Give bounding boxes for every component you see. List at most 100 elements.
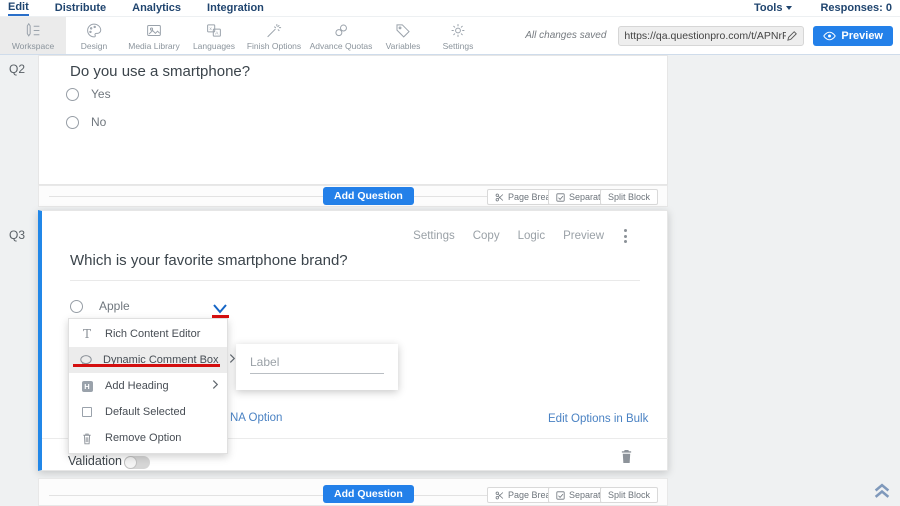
nav-tab-integration[interactable]: Integration: [207, 2, 264, 15]
question-logic-link[interactable]: Logic: [518, 230, 546, 242]
menu-item-default-selected[interactable]: Default Selected: [69, 399, 227, 425]
tag-icon: [394, 22, 412, 39]
na-option-link[interactable]: NA Option: [230, 412, 282, 424]
option-context-menu: T Rich Content Editor Dynamic Comment Bo…: [68, 318, 228, 454]
heading-square-icon: H: [79, 381, 95, 392]
preview-button-label: Preview: [841, 30, 883, 42]
trash-icon: [79, 432, 95, 445]
validation-label: Validation: [68, 454, 122, 468]
menu-item-label: Remove Option: [105, 432, 181, 444]
menu-item-label: Add Heading: [105, 380, 169, 392]
edit-options-in-bulk-link[interactable]: Edit Options in Bulk: [548, 413, 648, 425]
split-block-button[interactable]: Split Block: [600, 487, 658, 503]
menu-item-label: Rich Content Editor: [105, 328, 200, 340]
answer-option-yes[interactable]: Yes: [66, 87, 111, 101]
question-settings-link[interactable]: Settings: [413, 230, 455, 242]
radio-button-icon[interactable]: [66, 116, 79, 129]
nav-tab-distribute[interactable]: Distribute: [55, 2, 106, 15]
menu-item-add-heading[interactable]: H Add Heading: [69, 373, 227, 399]
chain-links-icon: [332, 22, 350, 39]
toolbar-right-group: All changes saved Preview: [525, 17, 900, 54]
preview-button[interactable]: Preview: [813, 26, 893, 46]
responses-count[interactable]: Responses: 0: [820, 2, 892, 14]
autosave-status: All changes saved: [525, 30, 606, 41]
nav-tab-analytics[interactable]: Analytics: [132, 2, 181, 15]
toolbar-tab-label: Design: [81, 41, 107, 51]
survey-url-input[interactable]: [624, 30, 786, 42]
checked-box-icon: [556, 491, 565, 500]
toolbar-tab-variables[interactable]: Variables: [376, 17, 430, 54]
validation-toggle[interactable]: [124, 456, 150, 469]
answer-option-label: Yes: [91, 87, 111, 101]
pencil-icon[interactable]: [786, 30, 798, 42]
caret-down-icon: [786, 6, 792, 10]
image-icon: [145, 22, 163, 39]
split-block-label: Split Block: [608, 490, 650, 500]
chevron-right-icon: [212, 377, 219, 395]
toolbar-tab-design[interactable]: Design: [66, 17, 122, 54]
magic-wand-icon: [265, 22, 283, 39]
menu-item-label: Default Selected: [105, 406, 186, 418]
survey-url-box: [618, 26, 804, 46]
toolbar-tab-languages[interactable]: xA Languages: [186, 17, 242, 54]
split-block-label: Split Block: [608, 192, 650, 202]
toolbar-tab-media-library[interactable]: Media Library: [122, 17, 186, 54]
add-question-button[interactable]: Add Question: [323, 187, 414, 205]
toolbar-tab-label: Variables: [386, 41, 421, 51]
workspace-pen-list-icon: [24, 22, 42, 39]
eye-icon: [823, 31, 836, 41]
question-title[interactable]: Which is your favorite smartphone brand?: [70, 252, 348, 269]
label-input[interactable]: [250, 353, 384, 374]
question-number-q2: Q2: [9, 62, 25, 76]
kebab-menu-icon[interactable]: [624, 229, 627, 243]
survey-editor-page: Edit Distribute Analytics Integration To…: [0, 0, 900, 506]
checked-box-icon: [556, 193, 565, 202]
answer-option-label: No: [91, 115, 106, 129]
delete-question-trash-icon[interactable]: [620, 449, 633, 469]
comment-box-label-panel: [236, 344, 398, 390]
menu-item-dynamic-comment-box[interactable]: Dynamic Comment Box: [69, 347, 227, 373]
question-header-links: Settings Copy Logic Preview: [413, 229, 627, 243]
scissors-icon: [495, 491, 504, 500]
empty-checkbox-icon: [79, 407, 95, 417]
toolbar-tab-label: Settings: [443, 41, 474, 51]
tools-menu[interactable]: Tools: [754, 2, 793, 14]
annotation-underline-chevron: [212, 315, 229, 318]
editor-toolbar: Workspace Design Media Library xA Langua…: [0, 17, 900, 55]
nav-tab-edit[interactable]: Edit: [8, 1, 29, 16]
svg-text:A: A: [215, 30, 219, 36]
block-actions-strip-bottom: Add Question Page Break Separator Split …: [38, 478, 668, 506]
menu-item-rich-content-editor[interactable]: T Rich Content Editor: [69, 321, 227, 347]
toolbar-tab-finish-options[interactable]: Finish Options: [242, 17, 306, 54]
translate-icon: xA: [205, 22, 223, 39]
toolbar-tab-settings[interactable]: Settings: [430, 17, 486, 54]
answer-option-label: Apple: [99, 299, 130, 313]
annotation-underline-dynamic-comment-box: [73, 364, 220, 367]
palette-icon: [85, 22, 103, 39]
toolbar-tab-label: Languages: [193, 41, 235, 51]
scroll-to-top-icon[interactable]: [872, 482, 892, 504]
toolbar-tab-label: Advance Quotas: [310, 41, 373, 51]
question-number-q3: Q3: [9, 228, 25, 242]
question-card-q2[interactable]: Do you use a smartphone? Yes No: [38, 55, 668, 185]
block-actions-strip: Add Question Page Break Separator Split …: [38, 185, 668, 207]
add-question-button[interactable]: Add Question: [323, 485, 414, 503]
chevron-right-icon: [229, 351, 236, 369]
letter-T-icon: T: [79, 327, 95, 341]
top-nav: Edit Distribute Analytics Integration To…: [0, 0, 900, 17]
answer-option-no[interactable]: No: [66, 115, 106, 129]
question-copy-link[interactable]: Copy: [473, 230, 500, 242]
radio-button-icon[interactable]: [66, 88, 79, 101]
split-block-button[interactable]: Split Block: [600, 189, 658, 205]
tools-label: Tools: [754, 2, 783, 14]
question-preview-link[interactable]: Preview: [563, 230, 604, 242]
question-title[interactable]: Do you use a smartphone?: [70, 63, 250, 80]
radio-button-icon[interactable]: [70, 300, 83, 313]
toolbar-tab-workspace[interactable]: Workspace: [0, 17, 66, 54]
nav-right-group: Tools Responses: 0: [754, 2, 900, 14]
svg-text:x: x: [209, 27, 212, 32]
toolbar-tab-advance-quotas[interactable]: Advance Quotas: [306, 17, 376, 54]
menu-item-remove-option[interactable]: Remove Option: [69, 425, 227, 451]
toolbar-tab-label: Workspace: [12, 41, 54, 51]
answer-option-apple[interactable]: Apple: [70, 299, 130, 313]
